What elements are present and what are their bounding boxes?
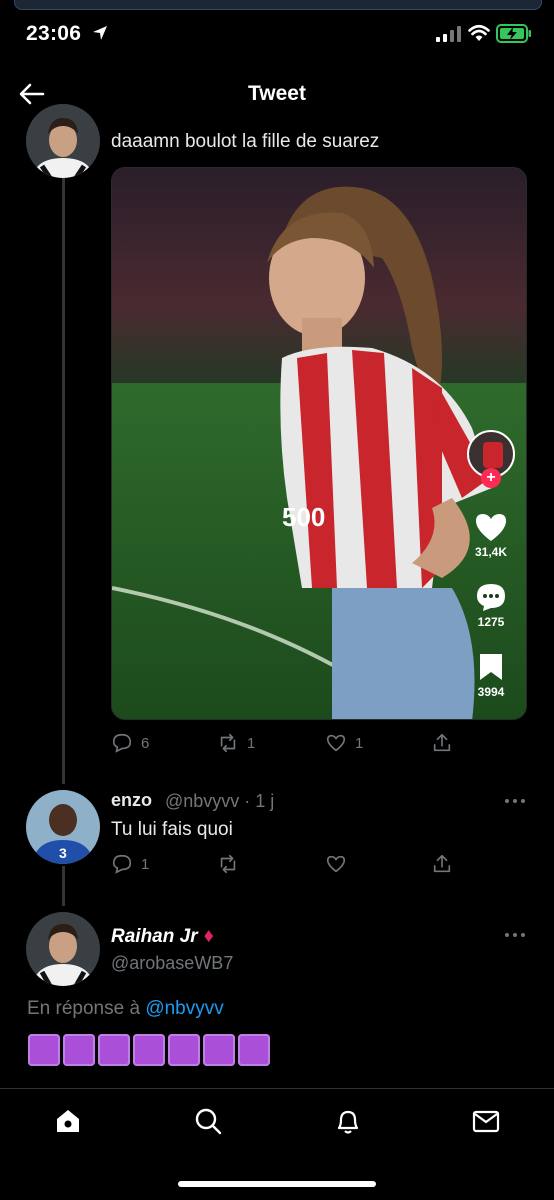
bookmark-icon [480,654,502,680]
reply-button[interactable]: 1 [111,853,149,875]
replying-to-prefix: En réponse à [27,998,146,1019]
author-name[interactable]: Raihan Jr ♦ [111,925,214,948]
video-frame-illustration: 500 [112,168,526,719]
video-comment-button[interactable]: 1275 [466,582,516,629]
reply-author-handle: @nbvyvv · 1 j [165,791,275,811]
video-like-button[interactable]: 31,4K [466,512,516,559]
share-button[interactable] [431,853,453,875]
thread-line [62,178,65,784]
reply-actions: 1 [111,853,531,877]
follow-plus-icon[interactable]: + [481,468,501,488]
purple-square-emoji [133,1034,165,1066]
replying-to-mention[interactable]: @nbvyvv [145,998,223,1019]
nav-notifications[interactable] [332,1105,364,1137]
reply-text: Tu lui fais quoi [111,819,233,840]
like-count: 1 [355,734,364,752]
retweet-count: 1 [247,734,256,752]
wifi-icon [468,24,490,41]
svg-text:3: 3 [59,845,67,861]
reply-button[interactable]: 6 [111,732,149,754]
tweet-author-avatar[interactable] [26,104,100,178]
jersey-number: 500 [282,502,325,532]
more-options-icon[interactable] [503,796,527,806]
purple-square-emoji [238,1034,270,1066]
purple-square-emoji-row [28,1034,270,1066]
cellular-signal-icon [436,26,461,42]
nav-home[interactable] [52,1105,84,1137]
nav-messages[interactable] [470,1105,502,1137]
video-save-button[interactable]: 3994 [466,652,516,699]
creator-avatar-figure [483,442,503,468]
status-bar: 23:06 [0,0,554,66]
tweet-video[interactable]: 500 + 31,4K 1275 3994 [111,167,527,720]
reply-author-name[interactable]: enzo [111,790,152,811]
like-button[interactable]: 1 [325,732,363,754]
reply-author-avatar[interactable]: 3 [26,790,100,864]
mail-icon [472,1110,500,1133]
reply-icon [112,733,132,753]
status-time: 23:06 [26,22,82,45]
tweet-text: daaamn boulot la fille de suarez [111,131,380,152]
avatar-image [26,912,100,986]
purple-square-emoji [28,1034,60,1066]
retweet-icon [220,854,236,874]
reply-count: 1 [141,855,150,873]
author-handle: @arobaseWB7 [111,953,234,973]
bell-icon [337,1110,359,1134]
purple-square-emoji [203,1034,235,1066]
heart-outline-icon [326,734,346,752]
video-save-count: 3994 [477,685,505,699]
author-name-text: Raihan Jr [111,925,198,947]
reply-count: 6 [141,734,150,752]
heart-icon [476,514,506,541]
comment-bubble-icon [477,584,505,611]
video-like-count: 31,4K [474,545,508,559]
retweet-button[interactable] [217,853,239,875]
thread-line [62,866,65,906]
status-bar-pill [14,0,542,10]
purple-square-emoji [63,1034,95,1066]
share-button[interactable] [431,732,453,754]
more-options-icon[interactable] [503,930,527,940]
reply-icon [112,854,132,874]
page-title: Tweet [248,82,306,105]
diamond-badge-icon: ♦ [203,925,214,947]
heart-outline-icon [326,855,346,873]
avatar-image: 3 [26,790,100,864]
video-profile-avatar[interactable]: + [466,430,516,488]
retweet-icon [220,733,236,753]
location-arrow-icon [93,26,107,40]
home-icon [57,1110,79,1132]
replying-to-line: En réponse à @nbvyvv [27,998,224,1020]
like-button[interactable] [325,853,347,875]
purple-square-emoji [98,1034,130,1066]
purple-square-emoji [168,1034,200,1066]
nav-search[interactable] [192,1105,224,1137]
share-icon [433,733,451,752]
tweet-actions: 6 1 1 [111,732,531,756]
video-comment-count: 1275 [477,615,505,629]
search-icon [195,1108,222,1135]
avatar-image [26,104,100,178]
home-indicator [178,1181,376,1187]
retweet-button[interactable]: 1 [217,732,255,754]
author-avatar[interactable] [26,912,100,986]
share-icon [433,854,451,873]
battery-charging-icon [496,24,531,43]
